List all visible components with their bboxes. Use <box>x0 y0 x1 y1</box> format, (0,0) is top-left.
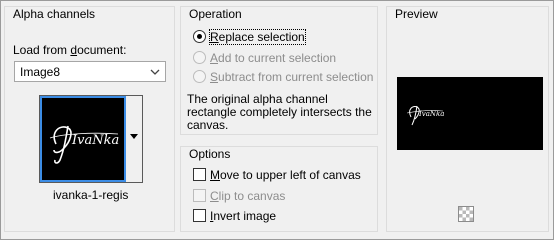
preview-title: Preview <box>393 7 440 21</box>
options-title: Options <box>187 147 233 161</box>
dropdown-arrow-icon <box>130 134 138 139</box>
load-from-document-label: Load from document: <box>13 43 127 57</box>
clip-to-canvas-label[interactable]: Clip to canvas <box>210 189 285 203</box>
thumbnail-dropdown-button[interactable] <box>126 96 142 182</box>
add-to-selection-label[interactable]: Add to current selection <box>210 51 336 65</box>
channel-name-label: ivanka-1-regis <box>53 188 129 202</box>
document-select[interactable]: Image8 <box>14 61 166 82</box>
replace-selection-radio[interactable] <box>193 30 206 43</box>
replace-selection-label[interactable]: Replace selection <box>209 29 306 45</box>
svg-text:IvaNka: IvaNka <box>418 110 444 118</box>
document-select-value: Image8 <box>20 65 61 79</box>
move-to-upper-left-checkbox[interactable] <box>193 168 206 181</box>
subtract-from-selection-radio[interactable] <box>193 70 206 83</box>
move-to-upper-left-label[interactable]: Move to upper left of canvas <box>210 168 361 182</box>
alpha-channel-thumbnail[interactable]: IvaNka <box>40 96 126 182</box>
add-to-selection-radio[interactable] <box>193 51 206 64</box>
transparency-checker-icon[interactable] <box>458 206 474 222</box>
alpha-channel-picker[interactable]: IvaNka <box>39 95 143 183</box>
alpha-channels-group: Alpha channels Load from document: Image… <box>4 6 175 232</box>
invert-image-checkbox[interactable] <box>193 209 206 222</box>
invert-image-label[interactable]: Invert image <box>210 209 276 223</box>
operation-message-line3: canvas. <box>187 118 229 132</box>
operation-message-line2: rectangle completely intersects the <box>187 105 372 119</box>
subtract-from-selection-label[interactable]: Subtract from current selection <box>210 70 373 84</box>
preview-group: Preview IvaNka <box>386 6 549 232</box>
clip-to-canvas-checkbox[interactable] <box>193 189 206 202</box>
svg-text:IvaNka: IvaNka <box>71 133 119 148</box>
ivanka-logo-image: IvaNka <box>49 125 119 164</box>
alpha-channels-title: Alpha channels <box>11 7 98 21</box>
preview-logo-image: IvaNka <box>406 105 444 126</box>
chevron-down-icon <box>150 69 160 75</box>
preview-image: IvaNka <box>397 77 543 150</box>
options-group: Options Move to upper left of canvas Cli… <box>180 146 378 232</box>
operation-message-line1: The original alpha channel <box>187 92 328 106</box>
operation-title: Operation <box>187 7 244 21</box>
operation-group: Operation Replace selection Add to curre… <box>180 6 378 135</box>
